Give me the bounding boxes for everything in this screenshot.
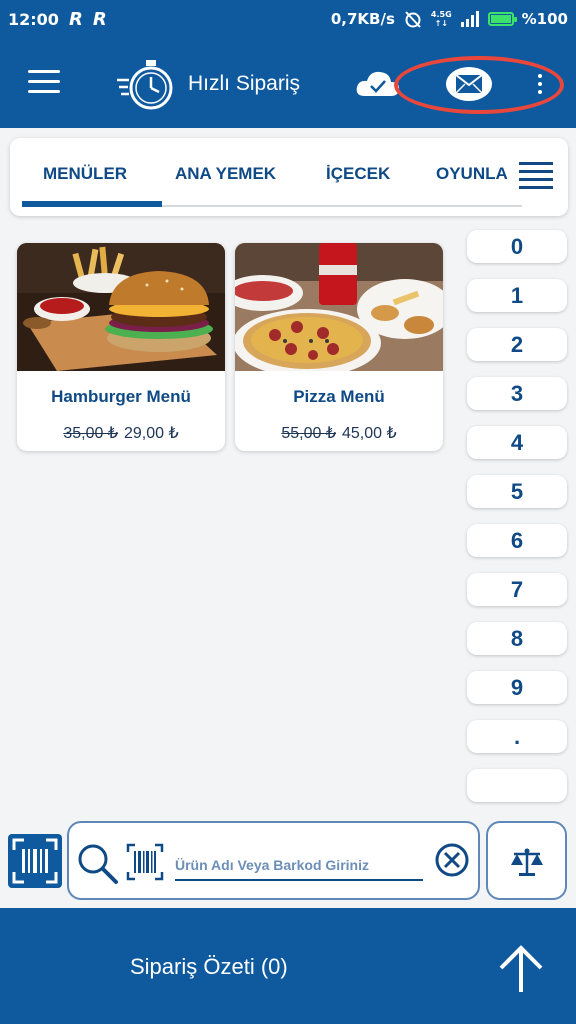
app-bar: Hızlı Sipariş — [0, 38, 576, 128]
order-summary-label: Sipariş Özeti (0) — [130, 954, 288, 979]
key-7[interactable]: 7 — [467, 573, 567, 606]
key-9[interactable]: 9 — [467, 671, 567, 704]
product-prices: 35,00 ₺ 29,00 ₺ — [17, 423, 225, 443]
product-old-price: 35,00 ₺ — [63, 425, 118, 442]
key-4[interactable]: 4 — [467, 426, 567, 459]
net-speed: 0,7KB/s — [330, 10, 395, 28]
key-8[interactable]: 8 — [467, 622, 567, 655]
barcode-scan-icon — [12, 838, 58, 884]
product-price: 45,00 ₺ — [342, 425, 397, 442]
search-bar — [67, 821, 480, 900]
key-6[interactable]: 6 — [467, 524, 567, 557]
tab-icecek[interactable]: İÇECEK — [326, 164, 390, 184]
product-card-hamburger[interactable]: Hamburger Menü 35,00 ₺ 29,00 ₺ — [17, 243, 225, 451]
tab-menuler[interactable]: MENÜLER — [43, 164, 127, 184]
pizza-image — [235, 243, 443, 371]
app-title: Hızlı Sipariş — [188, 72, 301, 95]
menu-icon[interactable] — [28, 70, 60, 94]
product-price: 29,00 ₺ — [124, 425, 179, 442]
key-0[interactable]: 0 — [467, 230, 567, 263]
numeric-keypad: 0 1 2 3 4 5 6 7 8 9 . — [467, 230, 569, 818]
key-2[interactable]: 2 — [467, 328, 567, 361]
battery-icon — [487, 12, 517, 26]
signal-icon — [460, 11, 479, 27]
key-1[interactable]: 1 — [467, 279, 567, 312]
key-blank[interactable] — [467, 769, 567, 802]
mail-icon[interactable] — [446, 67, 492, 101]
status-time: 12:00 — [8, 9, 59, 29]
order-summary-bar[interactable]: Sipariş Özeti (0) — [0, 908, 576, 1024]
search-input[interactable] — [175, 851, 423, 881]
product-card-pizza[interactable]: Pizza Menü 55,00 ₺ 45,00 ₺ — [235, 243, 443, 451]
category-tabs: MENÜLER ANA YEMEK İÇECEK OYUNLA — [10, 138, 568, 216]
search-icon[interactable] — [75, 841, 119, 885]
key-5[interactable]: 5 — [467, 475, 567, 508]
network-type: 4.5G ↑↓ — [430, 10, 452, 28]
key-decimal[interactable]: . — [467, 720, 567, 753]
tab-oyunla[interactable]: OYUNLA — [436, 164, 508, 184]
more-vert-icon[interactable] — [536, 74, 544, 96]
barcode-scan-button[interactable] — [8, 834, 62, 888]
battery-level: %100 — [521, 10, 568, 28]
barcode-icon[interactable] — [126, 843, 164, 881]
key-3[interactable]: 3 — [467, 377, 567, 410]
status-bar: 12:00 R R 0,7KB/s 4.5G ↑↓ %100 — [0, 0, 576, 38]
clear-icon[interactable] — [434, 842, 470, 878]
tab-ana-yemek[interactable]: ANA YEMEK — [175, 164, 276, 184]
notification-r-icon: R — [92, 8, 107, 30]
hamburger-image — [17, 243, 225, 371]
product-prices: 55,00 ₺ 45,00 ₺ — [235, 423, 443, 443]
notification-r-icon: R — [68, 8, 83, 30]
list-menu-icon[interactable] — [519, 162, 553, 190]
active-tab-indicator — [22, 201, 162, 207]
product-old-price: 55,00 ₺ — [281, 425, 336, 442]
scale-icon — [511, 848, 543, 876]
alarm-off-icon — [405, 11, 421, 28]
scale-button[interactable] — [486, 821, 567, 900]
product-name: Pizza Menü — [293, 387, 385, 406]
stopwatch-icon — [117, 60, 173, 110]
product-name: Hamburger Menü — [51, 387, 191, 406]
arrow-up-icon[interactable] — [496, 944, 546, 994]
